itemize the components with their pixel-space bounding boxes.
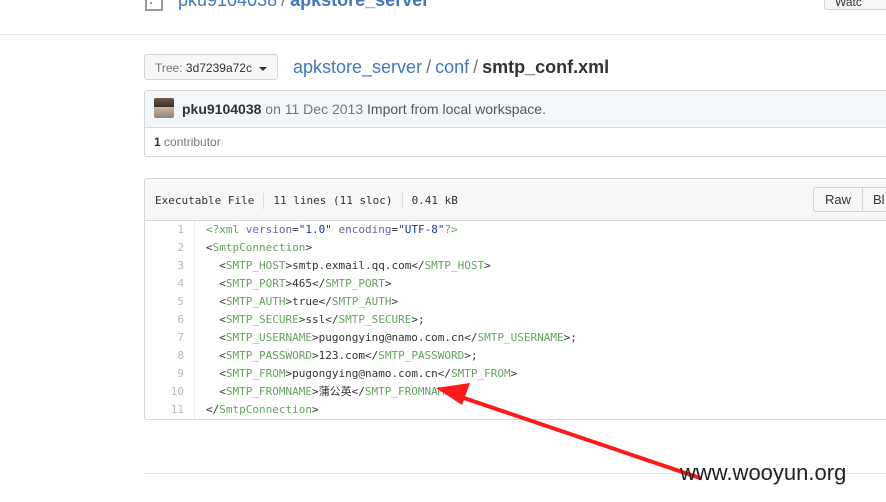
breadcrumb-separator: / <box>473 57 479 77</box>
branch-tree-selector[interactable]: Tree: 3d7239a72c <box>144 54 279 80</box>
line-content: <SMTP_PORT>465</SMTP_PORT> <box>206 277 392 290</box>
info-divider <box>263 193 265 209</box>
blame-button[interactable]: Bl <box>862 187 886 212</box>
line-number[interactable]: 10 <box>145 383 195 401</box>
code-line: 5 <SMTP_AUTH>true</SMTP_AUTH> <box>145 293 886 311</box>
tree-prefix: Tree: <box>155 61 183 75</box>
code-line: 11 </SmtpConnection> <box>145 401 886 419</box>
line-number[interactable]: 1 <box>145 221 195 239</box>
line-content: <SMTP_FROMNAME>蒲公英</SMTP_FROMNAME> <box>206 385 458 398</box>
repo-owner-link[interactable]: pku9104038 <box>178 0 277 10</box>
breadcrumb-file-name: smtp_conf.xml <box>482 57 610 77</box>
code-line: 10 <SMTP_FROMNAME>蒲公英</SMTP_FROMNAME> <box>145 383 886 401</box>
code-line: 8 <SMTP_PASSWORD>123.com</SMTP_PASSWORD>… <box>145 347 886 365</box>
file-viewer: Executable File 11 lines (11 sloc) 0.41 kB… <box>144 178 886 420</box>
line-number[interactable]: 3 <box>145 257 195 275</box>
avatar[interactable] <box>154 98 174 118</box>
code-line: 7 <SMTP_USERNAME>pugongying@namo.com.cn<… <box>145 329 886 347</box>
line-number[interactable]: 11 <box>145 401 195 419</box>
code-line: 2 <SmtpConnection> <box>145 239 886 257</box>
file-breadcrumb: apkstore_server / conf / smtp_conf.xml <box>293 57 609 78</box>
breadcrumb-folder-link[interactable]: conf <box>435 57 469 77</box>
commit-header: pku9104038 on 11 Dec 2013 Import from lo… <box>145 91 886 128</box>
code-listing: 1 <?xml version="1.0" encoding="UTF-8"?> 2… <box>145 221 886 419</box>
code-line: 6 <SMTP_SECURE>ssl</SMTP_SECURE>; <box>145 311 886 329</box>
file-header: Executable File 11 lines (11 sloc) 0.41 kB… <box>145 179 886 221</box>
line-content: </SmtpConnection> <box>206 403 319 416</box>
chevron-down-icon <box>259 66 268 71</box>
line-number[interactable]: 4 <box>145 275 195 293</box>
commit-line: pku9104038 on 11 Dec 2013 Import from lo… <box>182 101 546 117</box>
line-content: <SMTP_USERNAME>pugongying@namo.com.cn</S… <box>206 331 577 344</box>
file-mode: Executable File <box>155 194 255 207</box>
line-number[interactable]: 2 <box>145 239 195 257</box>
contributor-count: 1 <box>154 135 161 149</box>
watch-button-label: Watc <box>835 0 862 9</box>
code-line: 9 <SMTP_FROM>pugongying@namo.com.cn</SMT… <box>145 365 886 383</box>
line-number[interactable]: 7 <box>145 329 195 347</box>
line-number[interactable]: 5 <box>145 293 195 311</box>
commit-author-link[interactable]: pku9104038 <box>182 101 261 117</box>
contributor-label: contributor <box>164 135 221 149</box>
file-info: Executable File 11 lines (11 sloc) 0.41 kB <box>155 193 458 209</box>
line-content: <SMTP_AUTH>true</SMTP_AUTH> <box>206 295 399 308</box>
line-content: <SMTP_PASSWORD>123.com</SMTP_PASSWORD>; <box>206 349 478 362</box>
line-content: <SMTP_HOST>smtp.exmail.qq.com</SMTP_HOST… <box>206 259 491 272</box>
watermark-text: www.wooyun.org <box>680 460 847 485</box>
line-content: <SMTP_FROM>pugongying@namo.com.cn</SMTP_… <box>206 367 518 380</box>
line-content: <SmtpConnection> <box>206 241 312 254</box>
code-line: 1 <?xml version="1.0" encoding="UTF-8"?> <box>145 221 886 239</box>
tree-sha: 3d7239a72c <box>185 61 252 75</box>
repo-name-link[interactable]: apkstore_server <box>290 0 429 10</box>
repo-title: pku9104038 /apkstore_server <box>178 0 429 11</box>
line-number[interactable]: 8 <box>145 347 195 365</box>
watch-button[interactable]: Watc <box>824 0 886 10</box>
code-line: 4 <SMTP_PORT>465</SMTP_PORT> <box>145 275 886 293</box>
raw-button[interactable]: Raw <box>813 187 863 212</box>
info-divider <box>401 193 403 209</box>
repo-icon <box>145 0 163 11</box>
repo-header: pku9104038 /apkstore_server Watc <box>0 0 886 35</box>
line-number[interactable]: 6 <box>145 311 195 329</box>
code-line: 3 <SMTP_HOST>smtp.exmail.qq.com</SMTP_HO… <box>145 257 886 275</box>
line-content: <SMTP_SECURE>ssl</SMTP_SECURE>; <box>206 313 425 326</box>
breadcrumb-separator: / <box>426 57 432 77</box>
line-number[interactable]: 9 <box>145 365 195 383</box>
commit-date: on 11 Dec 2013 <box>265 101 364 117</box>
file-size: 0.41 kB <box>411 194 458 207</box>
file-line-count: 11 lines (11 sloc) <box>273 194 393 207</box>
breadcrumb-repo-link[interactable]: apkstore_server <box>293 57 422 77</box>
contributors-link[interactable]: 1 contributor <box>154 135 221 149</box>
line-content: <?xml version="1.0" encoding="UTF-8"?> <box>206 223 458 236</box>
commit-message-link[interactable]: Import from local workspace. <box>367 101 546 117</box>
repo-title-separator: / <box>281 0 287 10</box>
commit-info-box: pku9104038 on 11 Dec 2013 Import from lo… <box>144 90 886 157</box>
